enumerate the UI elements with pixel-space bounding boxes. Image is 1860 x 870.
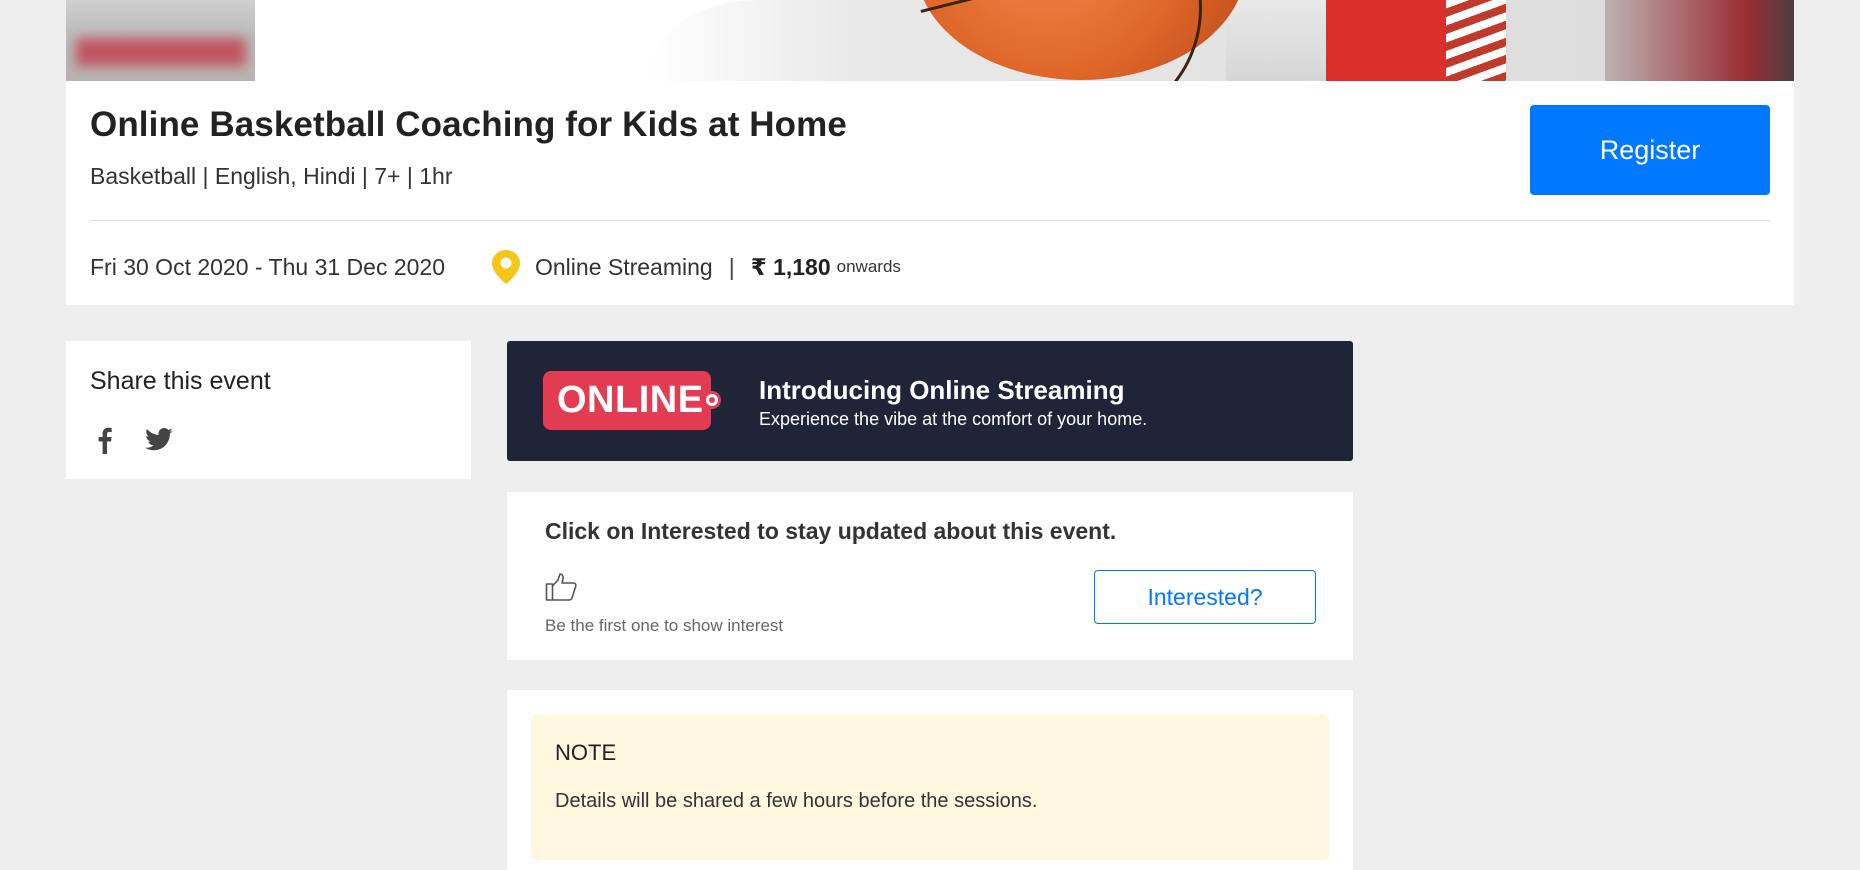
online-badge: ONLINE (543, 371, 711, 430)
online-streaming-banner[interactable]: ONLINE Introducing Online Streaming Expe… (507, 341, 1353, 461)
share-title: Share this event (90, 367, 271, 395)
thumbs-up-icon[interactable] (545, 572, 579, 602)
share-card: Share this event (66, 341, 471, 479)
share-icons (90, 425, 174, 455)
divider (90, 220, 1770, 221)
event-title: Online Basketball Coaching for Kids at H… (90, 105, 847, 144)
note-card: NOTE Details will be shared a few hours … (507, 690, 1353, 870)
register-button[interactable]: Register (1530, 105, 1770, 195)
twitter-icon[interactable] (144, 425, 174, 455)
event-venue[interactable]: Online Streaming (535, 254, 713, 281)
event-header-card: Online Basketball Coaching for Kids at H… (66, 81, 1794, 305)
location-pin-icon (491, 249, 521, 285)
event-page: Online Basketball Coaching for Kids at H… (0, 0, 1860, 870)
note-text: Details will be shared a few hours befor… (555, 790, 1038, 812)
note-title: NOTE (555, 740, 617, 765)
interest-subtitle: Be the first one to show interest (545, 616, 784, 635)
event-meta: Basketball | English, Hindi | 7+ | 1hr (90, 163, 453, 189)
live-dot-icon (703, 391, 721, 409)
banner-next-thumbnail[interactable] (1605, 0, 1794, 81)
event-info-row: Fri 30 Oct 2020 - Thu 31 Dec 2020 Online… (90, 249, 901, 285)
basketball-image (916, 0, 1246, 81)
event-price: ₹ 1,180 (750, 253, 831, 280)
online-banner-title: Introducing Online Streaming (759, 375, 1125, 405)
event-dates: Fri 30 Oct 2020 - Thu 31 Dec 2020 (90, 253, 445, 280)
facebook-icon[interactable] (90, 425, 120, 455)
interest-card: Click on Interested to stay updated abou… (507, 492, 1353, 660)
banner-prev-thumbnail[interactable] (66, 0, 255, 81)
online-banner-subtitle: Experience the vibe at the comfort of yo… (759, 409, 1148, 429)
interest-title: Click on Interested to stay updated abou… (545, 518, 1117, 544)
price-suffix: onwards (836, 257, 901, 276)
info-separator: | (728, 253, 735, 280)
note-box: NOTE Details will be shared a few hours … (531, 714, 1329, 860)
banner-photo (646, 0, 1666, 81)
event-banner-image (66, 0, 1794, 81)
interested-button[interactable]: Interested? (1094, 570, 1316, 624)
